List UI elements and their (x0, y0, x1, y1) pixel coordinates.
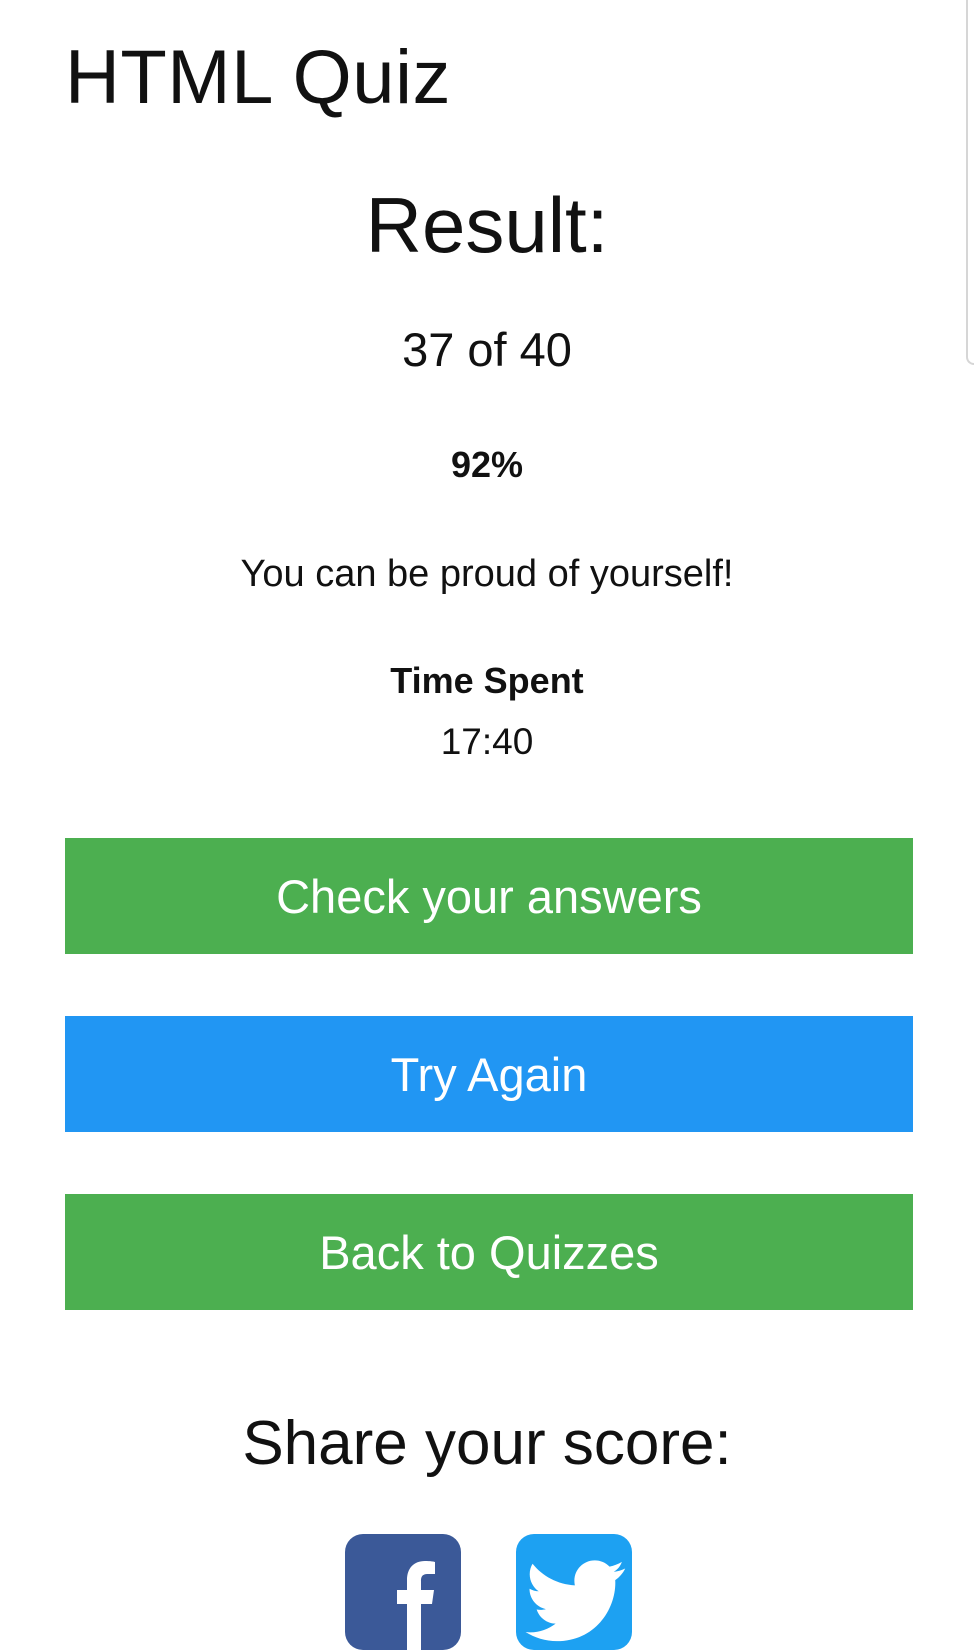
check-answers-button[interactable]: Check your answers (65, 838, 913, 954)
share-heading: Share your score: (242, 1409, 732, 1478)
facebook-share-button[interactable] (345, 1534, 461, 1650)
try-again-button[interactable]: Try Again (65, 1016, 913, 1132)
score-text: 37 of 40 (402, 323, 572, 376)
twitter-share-button[interactable] (516, 1534, 632, 1650)
result-heading: Result: (365, 181, 609, 269)
page-title: HTML Quiz (65, 35, 451, 120)
result-message: You can be proud of yourself! (240, 553, 734, 595)
time-spent-label: Time Spent (390, 660, 584, 701)
time-spent-value: 17:40 (440, 721, 534, 762)
back-to-quizzes-button[interactable]: Back to Quizzes (65, 1194, 913, 1310)
scrollbar-edge (966, 0, 974, 365)
score-percent: 92% (450, 444, 524, 485)
